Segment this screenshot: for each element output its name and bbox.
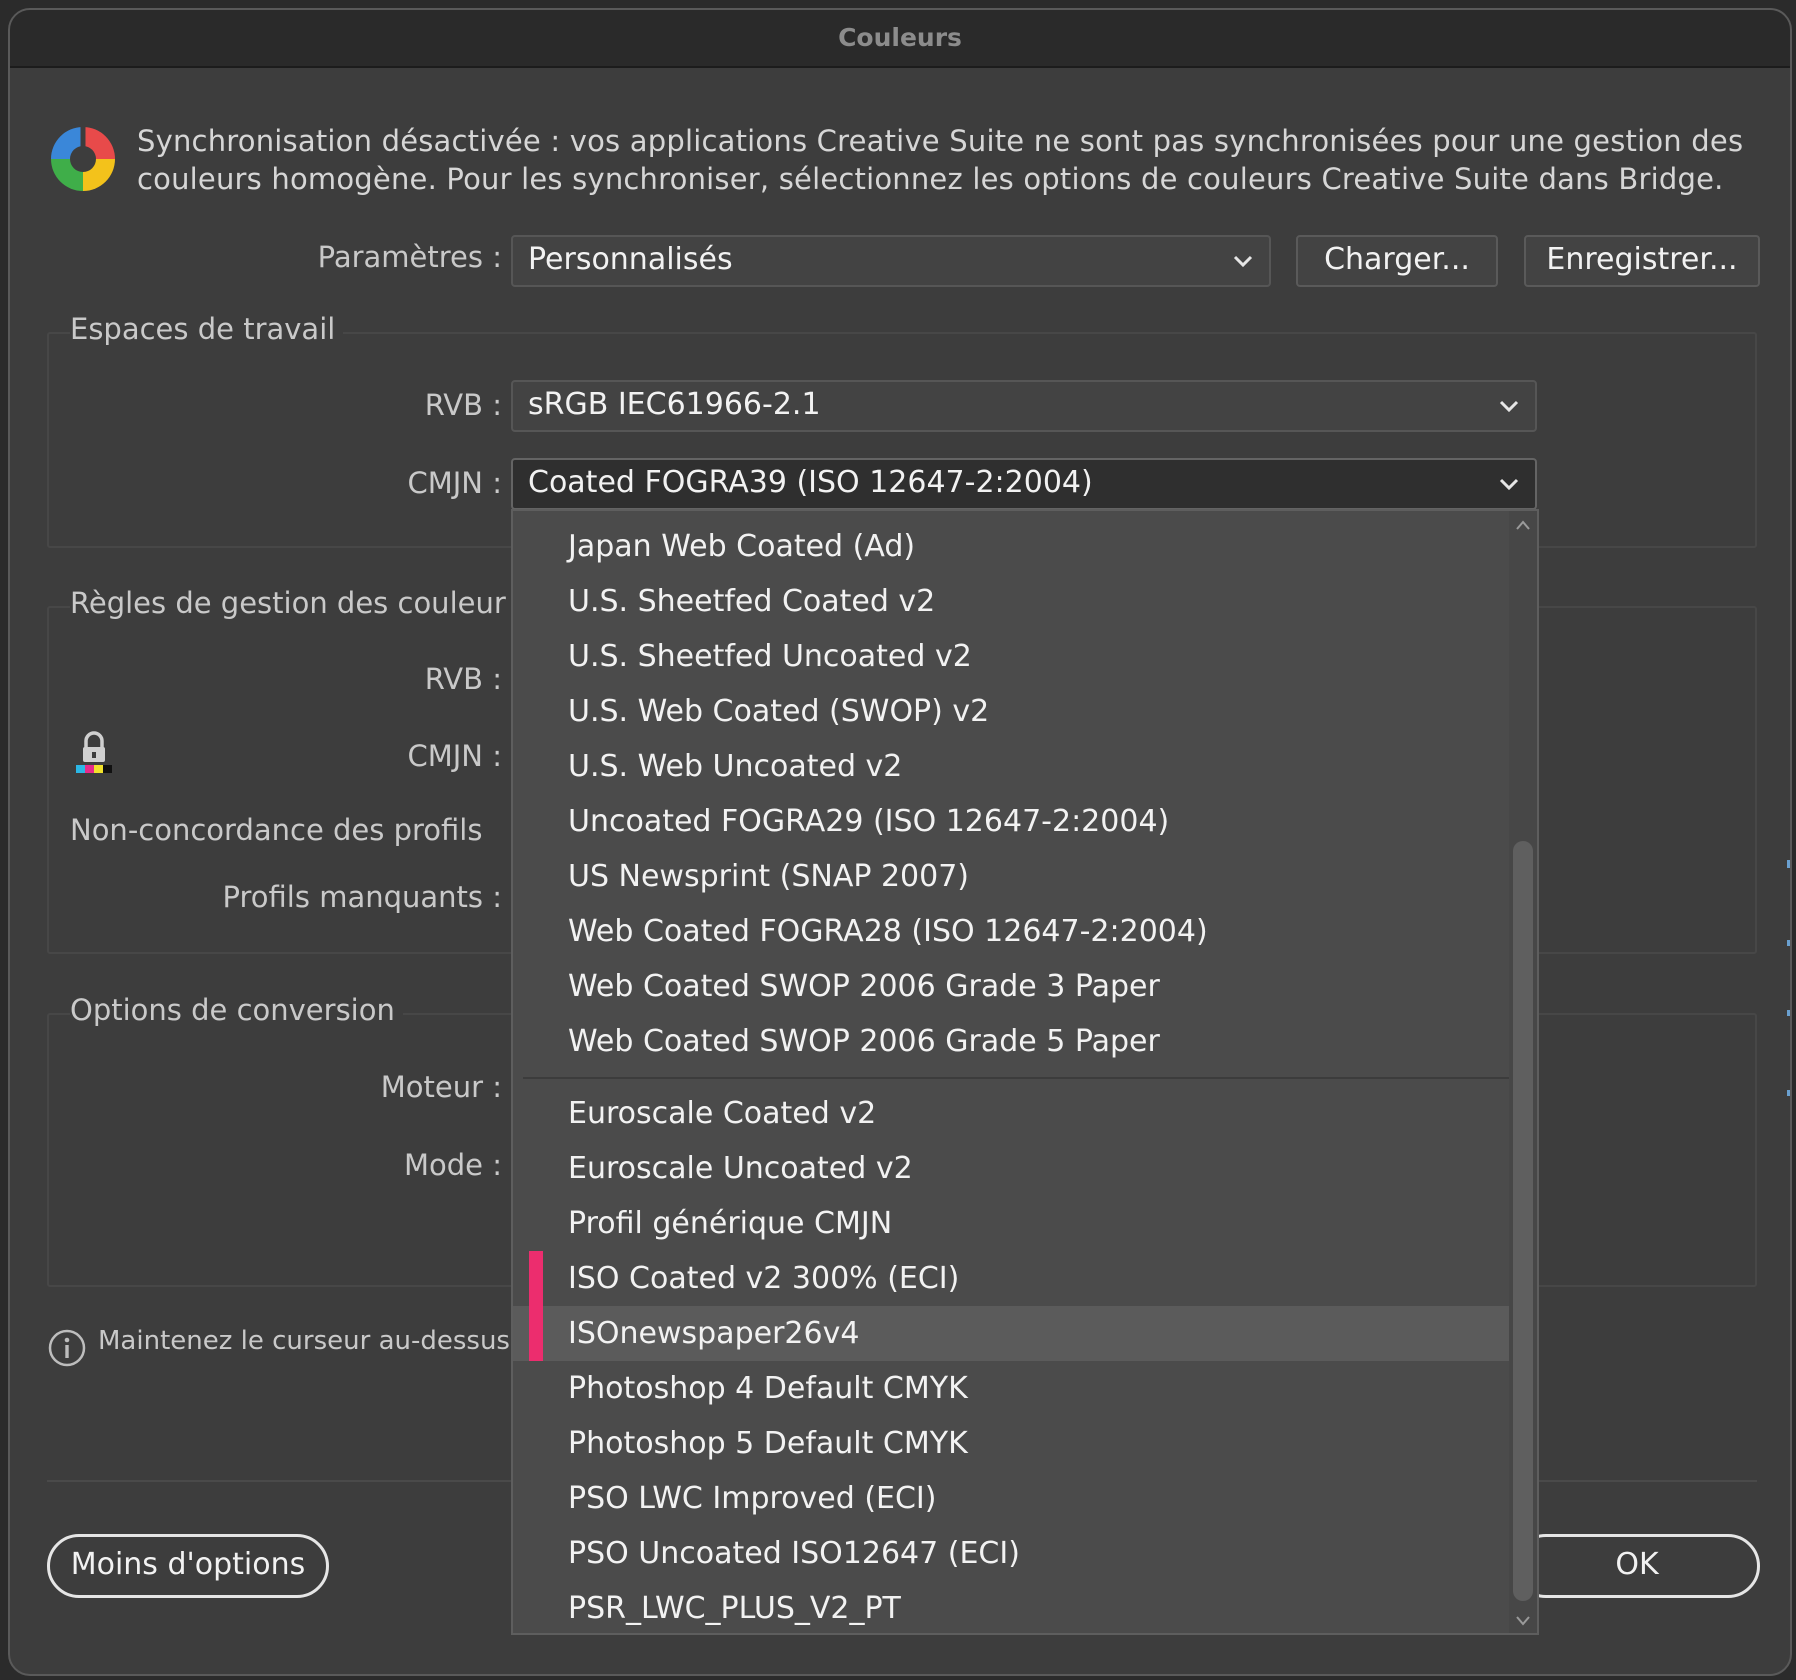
- scroll-up-icon[interactable]: [1515, 519, 1531, 531]
- info-text: Maintenez le curseur au-dessus c: [98, 1326, 533, 1356]
- mode-label: Mode :: [403, 1148, 502, 1182]
- working-rgb-value: sRGB IEC61966-2.1: [528, 387, 821, 422]
- menu-item[interactable]: Profil générique CMJN: [513, 1196, 1509, 1251]
- menu-item[interactable]: Web Coated FOGRA28 (ISO 12647-2:2004): [513, 904, 1509, 959]
- scrollbar-thumb[interactable]: [1513, 841, 1533, 1601]
- menu-item[interactable]: PSR_LWC_PLUS_V2_PT: [513, 1581, 1509, 1633]
- menu-item[interactable]: U.S. Sheetfed Coated v2: [513, 574, 1509, 629]
- menu-item[interactable]: Photoshop 5 Default CMYK: [513, 1416, 1509, 1471]
- menu-item[interactable]: U.S. Web Uncoated v2: [513, 739, 1509, 794]
- settings-select[interactable]: Personnalisés: [511, 235, 1271, 287]
- lock-icon: [76, 731, 112, 773]
- rules-cmyk-label: CMJN :: [407, 739, 502, 773]
- menu-item[interactable]: Web Coated SWOP 2006 Grade 5 Paper: [513, 1014, 1509, 1069]
- working-spaces-title: Espaces de travail: [70, 312, 344, 346]
- sync-message: Synchronisation désactivée : vos applica…: [137, 124, 1744, 196]
- window-title: Couleurs: [10, 10, 1790, 68]
- menu-item[interactable]: Uncoated FOGRA29 (ISO 12647-2:2004): [513, 794, 1509, 849]
- chevron-down-icon: [1499, 400, 1519, 413]
- save-button[interactable]: Enregistrer...: [1524, 235, 1760, 287]
- menu-item[interactable]: Euroscale Uncoated v2: [513, 1141, 1509, 1196]
- menu-item[interactable]: PSO LWC Improved (ECI): [513, 1471, 1509, 1526]
- working-cmyk-select[interactable]: Coated FOGRA39 (ISO 12647-2:2004): [511, 458, 1537, 510]
- cmyk-profile-dropdown[interactable]: Japan Web Coated (Ad) U.S. Sheetfed Coat…: [511, 509, 1539, 1635]
- working-cmyk-value: Coated FOGRA39 (ISO 12647-2:2004): [528, 465, 1093, 500]
- settings-label: Paramètres :: [317, 240, 502, 274]
- ok-button[interactable]: OK: [1514, 1534, 1760, 1598]
- menu-item[interactable]: US Newsprint (SNAP 2007): [513, 849, 1509, 904]
- menu-separator: [523, 1077, 1509, 1079]
- color-sync-icon: [51, 127, 115, 191]
- info-icon: [48, 1329, 86, 1367]
- menu-item[interactable]: U.S. Web Coated (SWOP) v2: [513, 684, 1509, 739]
- window-edge-marks: [1787, 860, 1790, 1096]
- color-settings-dialog: Couleurs Synchronisation désactivée : vo…: [8, 8, 1792, 1676]
- menu-item[interactable]: Photoshop 4 Default CMYK: [513, 1361, 1509, 1416]
- annotation-marker: [529, 1251, 543, 1361]
- chevron-down-icon: [1233, 255, 1253, 268]
- conversion-options-title: Options de conversion: [70, 993, 403, 1027]
- engine-label: Moteur :: [380, 1070, 502, 1104]
- menu-item[interactable]: Web Coated SWOP 2006 Grade 3 Paper: [513, 959, 1509, 1014]
- menu-item[interactable]: PSO Uncoated ISO12647 (ECI): [513, 1526, 1509, 1581]
- profile-mismatch-label: Non-concordance des profils: [70, 813, 483, 847]
- menu-item[interactable]: ISO Coated v2 300% (ECI): [513, 1251, 1509, 1306]
- load-button[interactable]: Charger...: [1296, 235, 1498, 287]
- chevron-down-icon: [1499, 478, 1519, 491]
- color-rules-title: Règles de gestion des couleur: [70, 586, 514, 620]
- menu-item[interactable]: Japan Web Coated (Ad): [513, 519, 1509, 574]
- menu-item[interactable]: U.S. Sheetfed Uncoated v2: [513, 629, 1509, 684]
- settings-value: Personnalisés: [528, 242, 733, 277]
- missing-profiles-label: Profils manquants :: [222, 880, 502, 914]
- working-cmyk-label: CMJN :: [407, 466, 502, 500]
- working-rgb-select[interactable]: sRGB IEC61966-2.1: [511, 380, 1537, 432]
- scroll-down-icon[interactable]: [1515, 1615, 1531, 1627]
- dropdown-scrollbar[interactable]: [1509, 511, 1537, 1633]
- menu-item-hovered[interactable]: ISOnewspaper26v4: [513, 1306, 1509, 1361]
- rules-rgb-label: RVB :: [424, 662, 502, 696]
- working-rgb-label: RVB :: [424, 388, 502, 422]
- less-options-button[interactable]: Moins d'options: [47, 1534, 329, 1598]
- menu-item[interactable]: Euroscale Coated v2: [513, 1086, 1509, 1141]
